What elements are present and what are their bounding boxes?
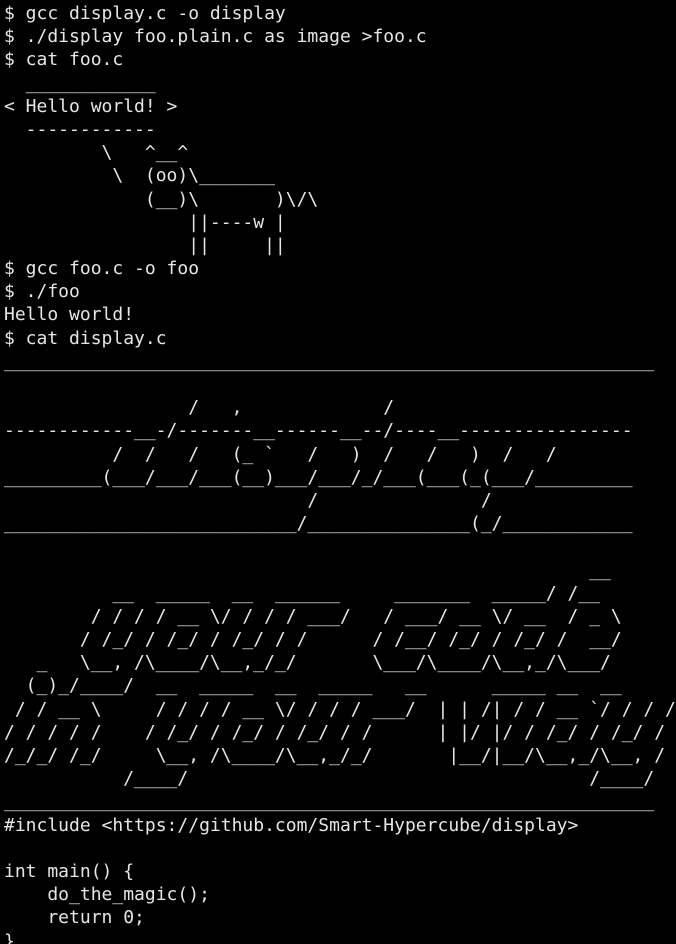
terminal-line: /_/_/ /_/ \__, /\____/\__,_/_/ |__/|__/\…: [4, 745, 666, 766]
terminal-line: $ gcc display.c -o display: [4, 3, 286, 24]
terminal-line: $ ./foo: [4, 281, 80, 303]
terminal-line: ________________________________________…: [4, 791, 655, 813]
terminal-output: $ gcc display.c -o display $ ./display fo…: [4, 2, 676, 944]
terminal-line: $ cat foo.c: [4, 49, 124, 71]
terminal-line: ||----w |: [4, 211, 286, 233]
terminal-line: ____________: [4, 72, 156, 94]
terminal-window[interactable]: $ gcc display.c -o display $ ./display fo…: [4, 2, 676, 944]
terminal-line: || ||: [4, 234, 286, 256]
terminal-line: int main() {: [4, 860, 135, 882]
terminal-line: \ (oo)\_______: [4, 165, 275, 187]
terminal-line: / / __ \ / / / / __ \/ / / / ___/ | | /|…: [4, 698, 676, 720]
terminal-line: __ _____ __ ______ _______ _____/ /__: [4, 582, 601, 604]
terminal-line: / / / / __ \/ / / / ___/ / ___/ __ \/ __…: [4, 605, 622, 627]
terminal-line: return 0;: [4, 907, 145, 929]
terminal-line: $ cat display.c: [4, 327, 167, 349]
terminal-line: (_)_/____/ __ _____ __ _____ __ _____ __…: [4, 675, 622, 697]
terminal-line: #include <https://github.com/Smart-Hyper…: [4, 814, 579, 836]
terminal-line: do_the_magic();: [4, 884, 210, 906]
terminal-line: / / / / / / /_/ / /_/ / /_/ / / | |/ |/ …: [4, 721, 666, 743]
terminal-line: (__)\ )\/\: [4, 188, 319, 210]
terminal-line: < Hello world! >: [4, 95, 178, 117]
terminal-line: _ \__, /\____/\__,_/_/ \___/\____/\__,_/…: [4, 652, 611, 674]
terminal-line: / /_/ / /_/ / /_/ / / / /__/ /_/ / /_/ /…: [4, 629, 622, 651]
terminal-line: ________________________________________…: [4, 350, 655, 372]
terminal-line: __: [4, 559, 611, 581]
terminal-line: ------------: [4, 118, 156, 140]
terminal-line: ___________________________/____________…: [4, 513, 633, 535]
terminal-line: / , /: [4, 397, 395, 419]
terminal-line: ------------__-/-------__------__--/----…: [4, 420, 633, 442]
terminal-line: \ ^__^: [4, 142, 189, 164]
terminal-line: $ gcc foo.c -o foo: [4, 258, 200, 280]
terminal-line: _________(___/___/___(__)___/___/_/___(_…: [4, 466, 633, 488]
terminal-line: $ ./display foo.plain.c as image >foo.c: [4, 26, 427, 48]
terminal-line: / /: [4, 489, 492, 511]
terminal-line: Hello world!: [4, 304, 135, 326]
terminal-line: /____/ /____/: [4, 768, 655, 790]
terminal-line: }: [4, 930, 15, 944]
terminal-line: / / / (_ ` / ) / / ) / /: [4, 443, 557, 465]
